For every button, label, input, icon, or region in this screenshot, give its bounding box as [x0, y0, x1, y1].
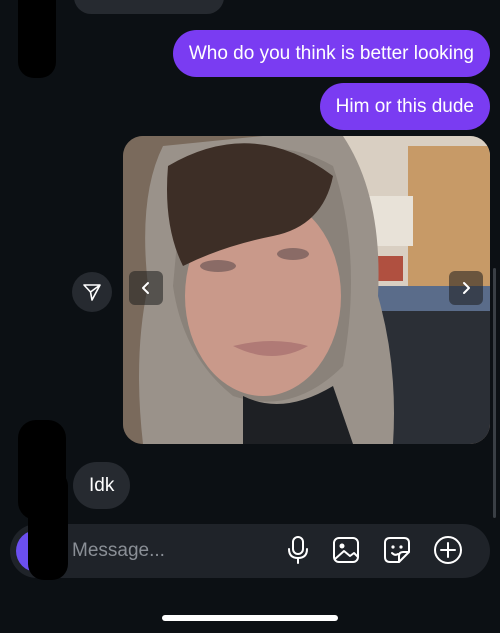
scrollbar[interactable]	[493, 268, 496, 518]
send-icon	[83, 284, 101, 301]
previous-message-bubble	[74, 0, 224, 14]
incoming-message[interactable]: Idk	[73, 462, 131, 509]
redaction-mark	[28, 470, 68, 580]
message-input[interactable]	[72, 537, 272, 565]
plus-icon	[434, 536, 462, 564]
outgoing-message[interactable]: Who do you think is better looking	[172, 30, 490, 77]
outgoing-message[interactable]: Him or this dude	[319, 83, 490, 130]
chat-screen: Who do you think is better looking Him o…	[0, 0, 500, 633]
chevron-left-icon	[142, 282, 149, 294]
microphone-icon	[288, 536, 308, 564]
carousel-prev-button[interactable]	[129, 271, 163, 305]
carousel-next-button[interactable]	[449, 271, 483, 305]
redaction-mark	[18, 0, 56, 78]
voice-message-button[interactable]	[281, 533, 315, 567]
chevron-right-icon	[463, 282, 470, 294]
home-indicator[interactable]	[162, 615, 338, 621]
shared-photo[interactable]	[123, 136, 490, 444]
photo-image	[123, 136, 490, 444]
gallery-button[interactable]	[329, 533, 363, 567]
share-photo-button[interactable]	[72, 272, 112, 312]
more-options-button[interactable]	[431, 533, 465, 567]
gallery-icon	[333, 537, 359, 563]
sticker-icon	[384, 537, 410, 563]
sticker-button[interactable]	[380, 533, 414, 567]
